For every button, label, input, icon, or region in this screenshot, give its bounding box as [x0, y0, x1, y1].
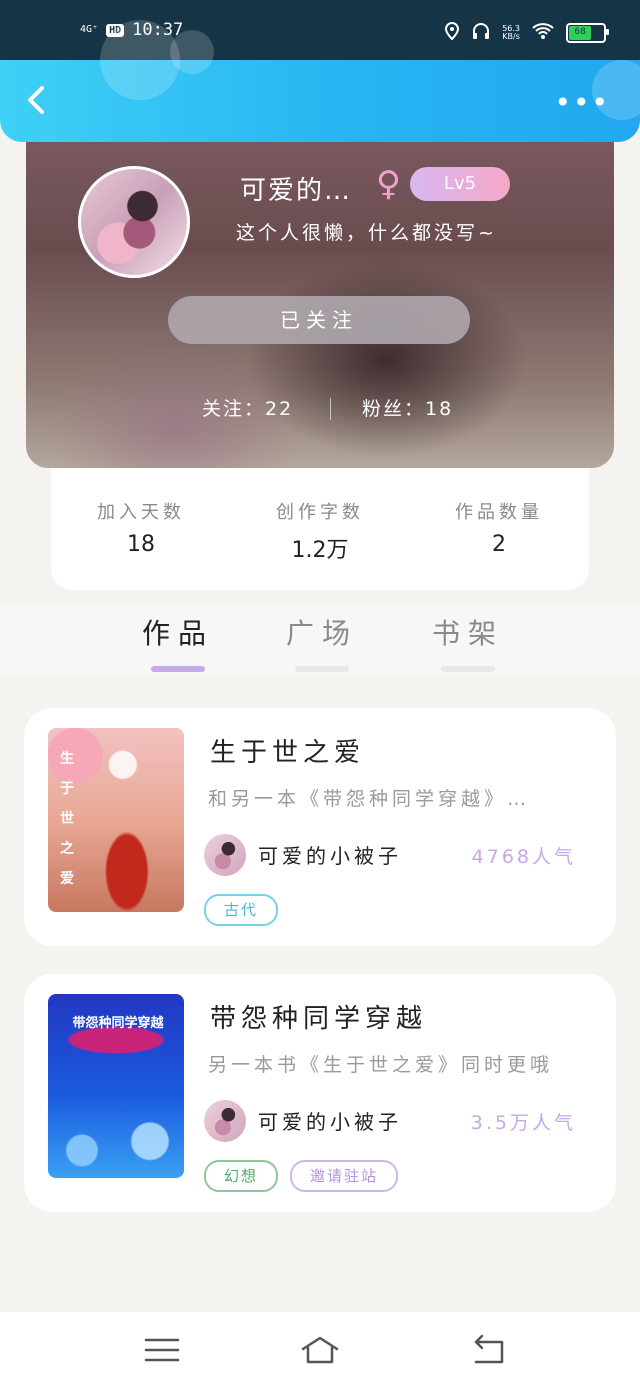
battery-icon: 68 — [566, 23, 609, 43]
tab-bar: 作品 广场 书架 — [0, 606, 640, 676]
count-label: 加入天数 — [97, 502, 185, 523]
count-word-total: 创作字数 1.2万 — [230, 498, 410, 564]
profile-card: 可爱的… ♀ Lv5 这个人很懒，什么都没写~ 已关注 关注：22 粉丝：18 — [26, 130, 614, 468]
system-nav-bar — [0, 1312, 640, 1387]
counts-card: 加入天数 18 创作字数 1.2万 作品数量 2 — [51, 466, 589, 590]
chevron-left-icon — [28, 86, 44, 114]
female-icon: ♀ — [376, 164, 401, 204]
profile-bio: 这个人很懒，什么都没写~ — [236, 222, 497, 244]
return-icon — [474, 1334, 504, 1364]
level-badge: Lv5 — [410, 167, 510, 201]
count-label: 创作字数 — [276, 502, 364, 523]
author-avatar[interactable] — [204, 834, 246, 876]
stats-divider — [330, 398, 331, 420]
tab-underline — [441, 666, 495, 672]
tab-underline — [295, 666, 349, 672]
tab-works[interactable]: 作品 — [118, 612, 238, 672]
status-right: 56.3 KB/s 68 — [444, 21, 609, 44]
book-title: 带怨种同学穿越 — [210, 1004, 428, 1034]
following-count[interactable]: 关注：22 — [202, 394, 293, 421]
count-works: 作品数量 2 — [409, 498, 589, 557]
tab-underline — [151, 666, 205, 672]
home-icon — [301, 1336, 339, 1364]
decor-bubble — [170, 30, 214, 74]
author-name[interactable]: 可爱的小被子 — [258, 1106, 402, 1135]
book-card[interactable]: 生于世之爱 生于世之爱 和另一本《带怨种同学穿越》… 可爱的小被子 4768人气… — [24, 708, 616, 946]
headphones-icon — [472, 22, 490, 44]
tag[interactable]: 幻想 — [204, 1160, 279, 1192]
follow-stats: 关注：22 粉丝：18 — [26, 394, 614, 424]
network-indicator: 4G⁺ — [80, 24, 99, 35]
tag-list: 幻想 邀请驻站 — [204, 1160, 399, 1192]
profile-name: 可爱的… — [240, 176, 353, 206]
wifi-icon — [532, 22, 554, 44]
book-description: 另一本书《生于世之爱》同时更哦 — [208, 1054, 554, 1076]
tag-list: 古代 — [204, 894, 279, 926]
author-name[interactable]: 可爱的小被子 — [258, 840, 402, 869]
more-dots-icon: ••• — [554, 86, 610, 119]
count-value: 1.2万 — [291, 538, 349, 563]
cover-title: 生于世之爱 — [60, 751, 74, 887]
status-bar: 4G⁺ HD 10:37 56.3 KB/s 68 — [0, 0, 640, 60]
more-button[interactable]: ••• — [554, 89, 610, 117]
count-label: 作品数量 — [455, 502, 543, 523]
book-title: 生于世之爱 — [210, 738, 366, 768]
home-button[interactable] — [300, 1332, 340, 1368]
decor-bubble — [100, 20, 180, 100]
cover-title: 带怨种同学穿越 — [72, 1016, 164, 1031]
book-cover[interactable]: 带怨种同学穿越 — [48, 994, 184, 1178]
count-value: 2 — [492, 532, 506, 557]
tab-bookshelf[interactable]: 书架 — [408, 612, 528, 672]
menu-icon — [144, 1338, 180, 1362]
avatar[interactable] — [78, 166, 190, 278]
back-button[interactable] — [22, 82, 52, 118]
popularity: 4768人气 — [471, 846, 576, 868]
book-cover[interactable]: 生于世之爱 — [48, 728, 184, 912]
tag[interactable]: 古代 — [204, 894, 279, 926]
net-speed: 56.3 KB/s — [502, 24, 520, 41]
popularity: 3.5万人气 — [470, 1112, 576, 1134]
tab-square[interactable]: 广场 — [262, 612, 382, 672]
battery-level: 68 — [569, 26, 592, 40]
location-icon — [444, 21, 460, 44]
book-description: 和另一本《带怨种同学穿越》… — [208, 788, 531, 810]
top-app-bar: ••• — [0, 20, 640, 142]
follow-button[interactable]: 已关注 — [168, 296, 470, 344]
book-card[interactable]: 带怨种同学穿越 带怨种同学穿越 另一本书《生于世之爱》同时更哦 可爱的小被子 3… — [24, 974, 616, 1212]
tag[interactable]: 邀请驻站 — [290, 1160, 399, 1192]
count-value: 18 — [127, 532, 155, 557]
fans-count[interactable]: 粉丝：18 — [362, 394, 453, 421]
return-button[interactable] — [468, 1332, 508, 1368]
tab-label: 广场 — [285, 617, 358, 650]
tab-label: 书架 — [431, 617, 504, 650]
count-join-days: 加入天数 18 — [51, 498, 231, 557]
tab-label: 作品 — [141, 617, 214, 650]
menu-button[interactable] — [142, 1332, 182, 1368]
author-avatar[interactable] — [204, 1100, 246, 1142]
